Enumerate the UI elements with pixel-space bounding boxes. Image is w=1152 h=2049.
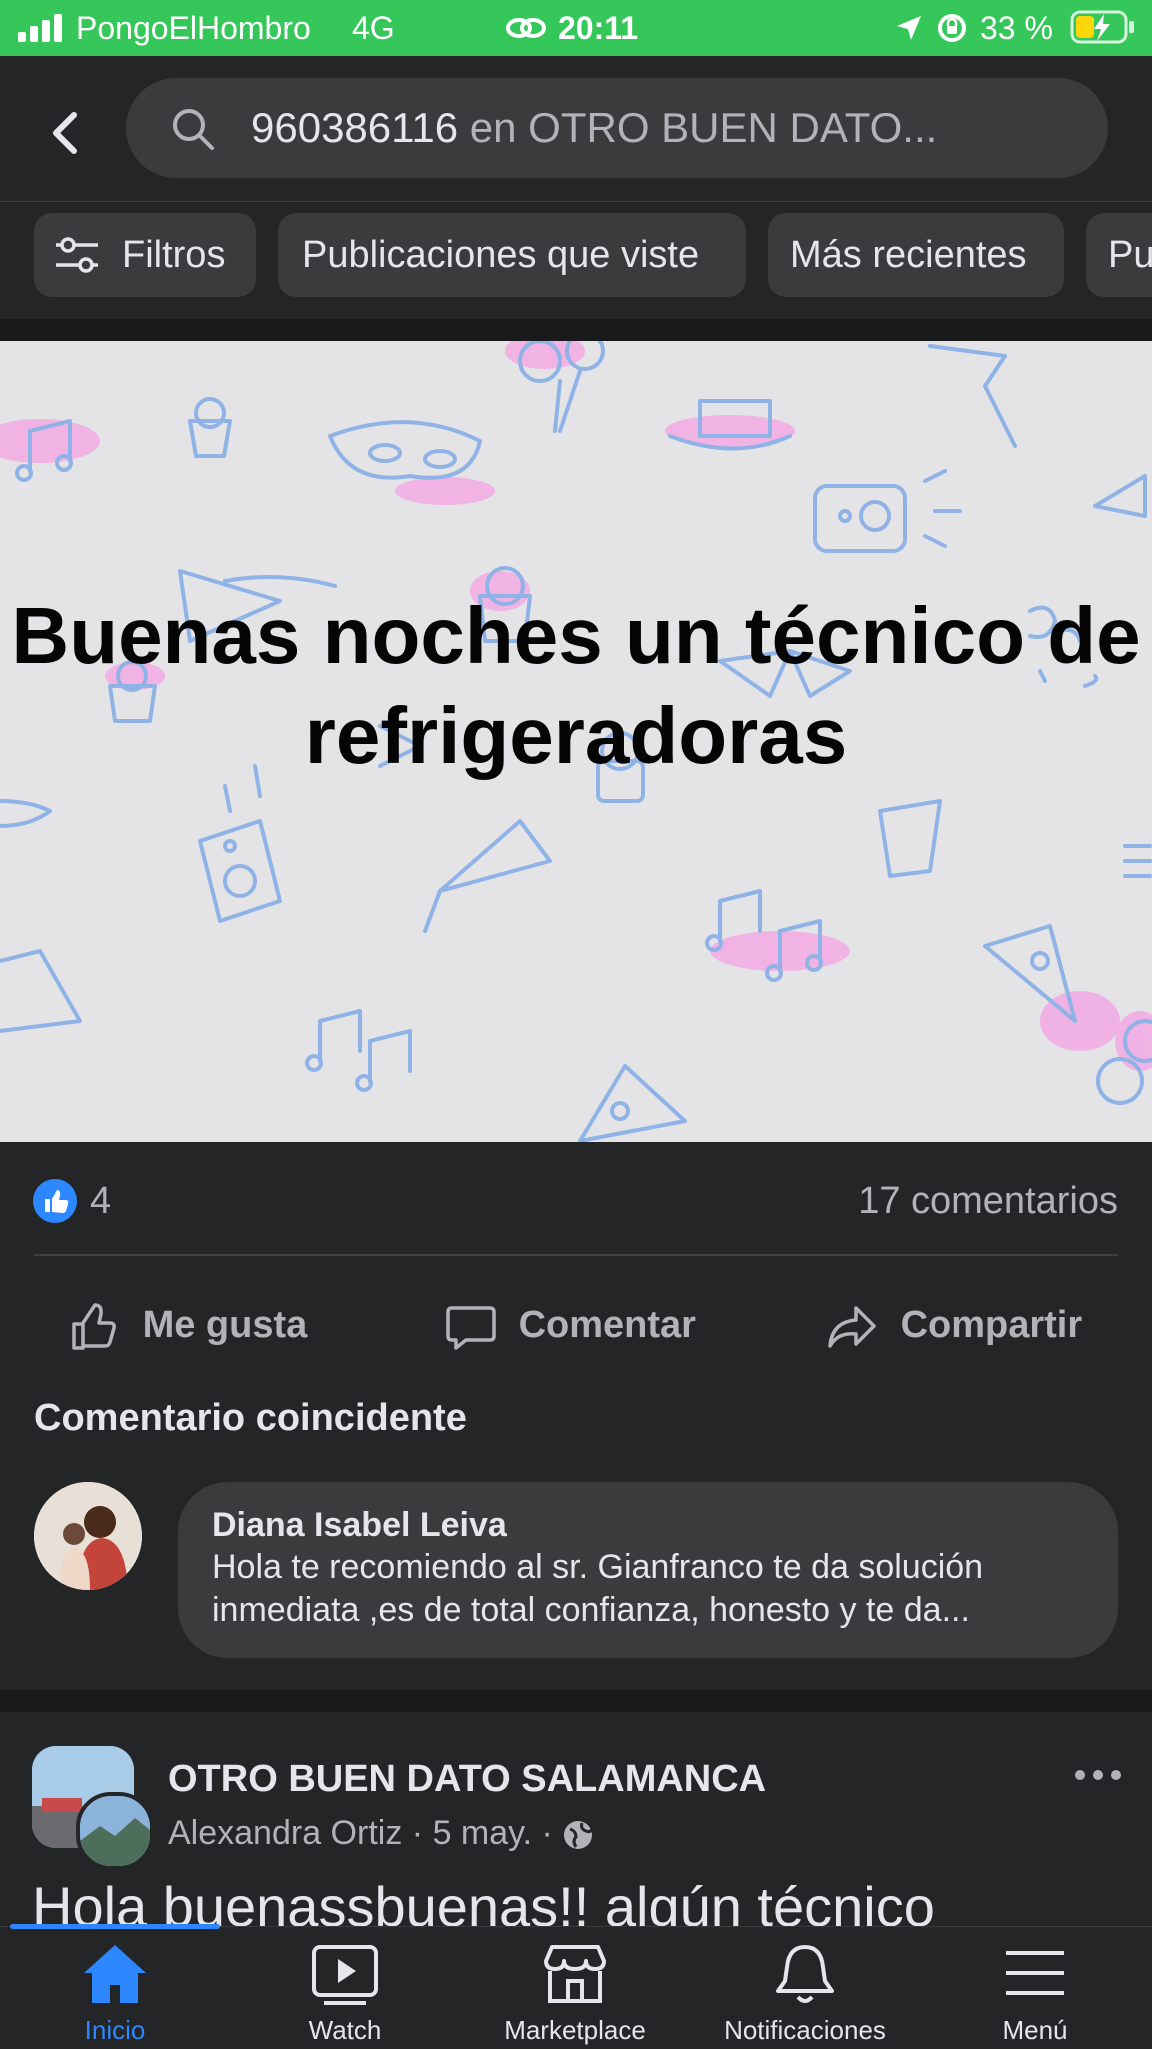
signal-icon (18, 14, 62, 42)
hamburger-menu-icon (1006, 1951, 1064, 1995)
battery-percent: 33 % (980, 10, 1053, 46)
search-input[interactable]: 960386116 en OTRO BUEN DATO... (126, 78, 1108, 178)
most-recent-chip[interactable]: Más recientes (768, 213, 1064, 297)
tab-watch-label: Watch (308, 2015, 382, 2045)
back-arrow-icon[interactable] (34, 101, 98, 165)
post-footer: 4 17 comentarios Me gusta Comentar Compa… (0, 1142, 1152, 1742)
network-type: 4G (352, 10, 395, 46)
tab-notifications-label: Notificaciones (724, 2015, 886, 2045)
post-image[interactable]: Buenas noches un técnico de refrigerador… (0, 341, 1152, 1142)
post-author[interactable]: Alexandra Ortiz (168, 1814, 402, 1852)
tab-watch[interactable]: Watch (230, 1927, 460, 2049)
like-button-label: Me gusta (142, 1304, 308, 1346)
avatar-photo (34, 1482, 142, 1590)
like-button[interactable]: Me gusta (68, 1290, 307, 1360)
matching-comment-title: Comentario coincidente (34, 1397, 467, 1439)
post-meta: Alexandra Ortiz · 5 may. · (168, 1814, 594, 1853)
battery-charging-icon (1070, 10, 1134, 44)
watch-video-icon (312, 1945, 378, 2005)
bottom-tab-bar: Inicio Watch Marketplace Notificaciones (0, 1924, 1152, 2049)
tab-menu[interactable]: Menú (920, 1927, 1150, 2049)
share-button-label: Compartir (900, 1304, 1083, 1346)
author-photo (80, 1796, 150, 1866)
comment-button-label: Comentar (518, 1304, 696, 1346)
divider (34, 1254, 1118, 1256)
most-recent-chip-label: Más recientes (790, 234, 1027, 276)
tab-menu-label: Menú (1002, 2015, 1068, 2045)
clock: 20:11 (558, 10, 639, 46)
search-scope: en OTRO BUEN DATO... (469, 104, 938, 151)
bell-icon (776, 1945, 834, 2003)
avatar[interactable] (34, 1482, 142, 1590)
carrier-name: PongoElHombro (76, 10, 311, 46)
tab-home-label: Inicio (84, 2015, 146, 2045)
sliders-icon (56, 237, 98, 273)
author-avatar[interactable] (76, 1792, 154, 1870)
marketplace-store-icon (544, 1945, 606, 2003)
post-image-text: Buenas noches un técnico de refrigerador… (11, 591, 1141, 780)
comment-count[interactable]: 17 comentarios (858, 1180, 1118, 1223)
seen-posts-chip[interactable]: Publicaciones que viste (278, 213, 746, 297)
group-name[interactable]: OTRO BUEN DATO SALAMANCA (168, 1758, 766, 1801)
filters-chip[interactable]: Filtros (34, 213, 256, 297)
share-button[interactable]: Compartir (826, 1290, 1082, 1360)
section-divider (0, 319, 1152, 341)
posts-chip[interactable]: Pu (1086, 213, 1152, 297)
post-date[interactable]: 5 may. (433, 1814, 533, 1852)
tab-marketplace[interactable]: Marketplace (460, 1927, 690, 2049)
section-divider (0, 1690, 1152, 1712)
search-query-text: 960386116 en OTRO BUEN DATO... (251, 104, 937, 152)
posts-chip-label: Pu (1108, 234, 1152, 276)
comment-author[interactable]: Diana Isabel Leiva (212, 1504, 1084, 1546)
next-post: OTRO BUEN DATO SALAMANCA Alexandra Ortiz… (0, 1712, 1152, 1932)
status-bar: PongoElHombro 4G 20:11 33 % (0, 0, 1152, 56)
comment-text: Hola te recomiendo al sr. Gianfranco te … (212, 1548, 984, 1629)
home-icon (84, 1945, 146, 2003)
link-icon (506, 18, 546, 38)
tab-marketplace-label: Marketplace (504, 2015, 646, 2045)
search-icon (173, 109, 214, 150)
comment-bubble[interactable]: Diana Isabel Leiva Hola te recomiendo al… (178, 1482, 1118, 1658)
like-count[interactable]: 4 (90, 1180, 111, 1223)
seen-posts-chip-label: Publicaciones que viste (302, 234, 700, 276)
share-arrow-icon (828, 1306, 876, 1348)
like-reaction-icon (33, 1179, 77, 1223)
orientation-lock-icon (938, 14, 966, 42)
globe-icon (564, 1821, 594, 1850)
more-options-icon[interactable] (1070, 1760, 1130, 1790)
tab-notifications[interactable]: Notificaciones (690, 1927, 920, 2049)
tab-home[interactable]: Inicio (0, 1927, 230, 2049)
comment-button[interactable]: Comentar (444, 1290, 696, 1360)
comment-bubble-icon (446, 1306, 496, 1350)
search-query: 960386116 (251, 104, 459, 151)
filters-chip-label: Filtros (122, 234, 226, 276)
thumbs-up-icon (72, 1303, 116, 1350)
search-header: 960386116 en OTRO BUEN DATO... (0, 56, 1152, 201)
location-arrow-icon (897, 16, 921, 40)
